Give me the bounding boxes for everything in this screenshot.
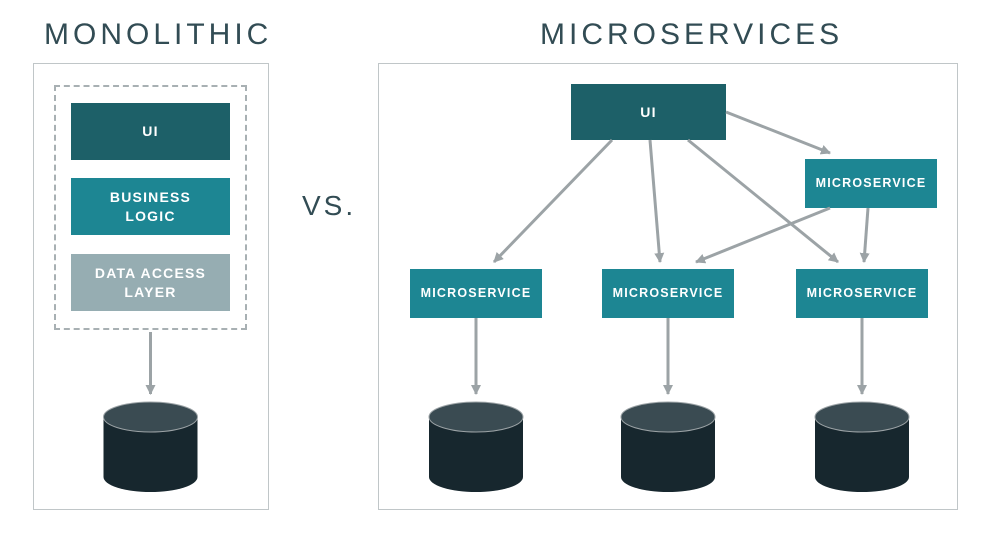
monolithic-business-logic-box: BUSINESSLOGIC [71,178,230,235]
ms-row-2-box: MICROSERVICE [796,269,928,318]
title-microservices: MICROSERVICES [540,18,843,52]
ms-row-1-box: MICROSERVICE [602,269,734,318]
monolithic-data-access-box: DATA ACCESSLAYER [71,254,230,311]
ms-top-right-box: MICROSERVICE [805,159,937,208]
ms-row-0-box: MICROSERVICE [410,269,542,318]
vs-label: VS. [302,190,356,222]
title-monolithic: MONOLITHIC [44,18,272,52]
ms-ui-box: UI [571,84,726,140]
monolithic-ui-box: UI [71,103,230,160]
